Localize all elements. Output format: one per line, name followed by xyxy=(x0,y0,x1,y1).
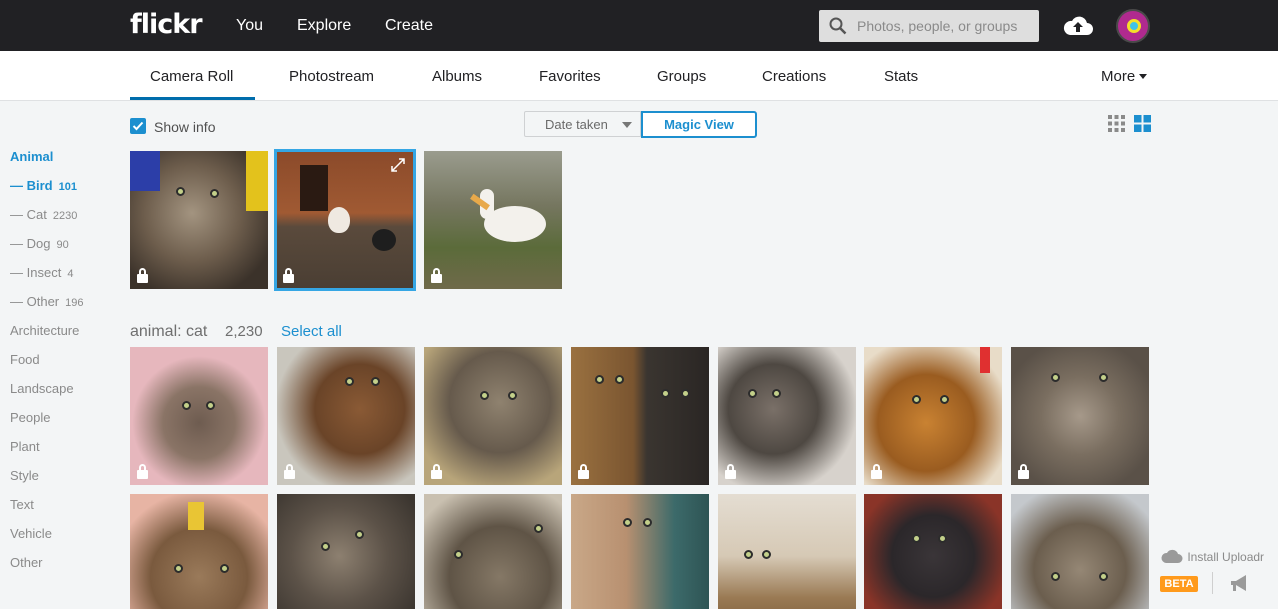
photo-thumbnail[interactable] xyxy=(277,347,415,485)
sidebar-item-count: 4 xyxy=(67,268,74,280)
sub-navigation: Camera Roll Photostream Albums Favorites… xyxy=(0,51,1278,101)
sidebar-item-count: 2230 xyxy=(52,210,78,222)
photo-thumbnail[interactable] xyxy=(277,494,415,609)
beta-badge: BETA xyxy=(1160,576,1198,592)
tab-groups[interactable]: Groups xyxy=(657,68,706,85)
sidebar-category-vehicle[interactable]: Vehicle xyxy=(10,526,52,541)
section-title: animal: cat xyxy=(130,323,208,340)
sidebar-category-style[interactable]: Style xyxy=(10,468,39,483)
sidebar-category-text[interactable]: Text xyxy=(10,497,34,512)
search-input[interactable]: Photos, people, or groups xyxy=(819,10,1039,42)
sidebar-item-cat[interactable]: — Cat 2230 xyxy=(10,207,77,222)
lock-icon xyxy=(283,268,294,283)
sidebar-item-dog[interactable]: — Dog 90 xyxy=(10,236,69,251)
show-info-label[interactable]: Show info xyxy=(154,119,215,135)
sidebar-item-bird[interactable]: — Bird 101 xyxy=(10,178,77,193)
photo-thumbnail[interactable] xyxy=(130,494,268,609)
install-uploadr-link[interactable]: Install Uploadr xyxy=(1160,548,1264,564)
search-icon xyxy=(829,17,847,35)
lock-icon xyxy=(725,464,736,479)
section-count: 2,230 xyxy=(225,323,263,340)
tab-photostream[interactable]: Photostream xyxy=(289,68,374,85)
divider xyxy=(1212,572,1213,594)
sidebar-item-count: 101 xyxy=(58,181,77,193)
show-info-checkbox[interactable] xyxy=(130,118,146,134)
photo-thumbnail[interactable] xyxy=(130,151,268,289)
magic-view-button[interactable]: Magic View xyxy=(641,111,757,138)
magic-view-label: Magic View xyxy=(664,117,734,132)
photo-thumbnail[interactable] xyxy=(424,494,562,609)
caret-down-icon xyxy=(622,122,632,128)
tab-albums[interactable]: Albums xyxy=(432,68,482,85)
sidebar-category-architecture[interactable]: Architecture xyxy=(10,323,79,338)
lock-icon xyxy=(871,464,882,479)
sidebar-item-label: Cat xyxy=(26,207,47,222)
date-taken-dropdown[interactable]: Date taken xyxy=(524,111,641,137)
sidebar-item-other-animal[interactable]: — Other 196 xyxy=(10,294,84,309)
expand-icon[interactable] xyxy=(390,157,406,173)
search-placeholder: Photos, people, or groups xyxy=(857,18,1018,34)
sidebar-item-insect[interactable]: — Insect 4 xyxy=(10,265,73,280)
date-taken-label: Date taken xyxy=(545,117,608,132)
caret-down-icon xyxy=(1139,74,1148,79)
sidebar-item-label: Other xyxy=(26,294,60,309)
nav-explore[interactable]: Explore xyxy=(297,17,351,35)
nav-you[interactable]: You xyxy=(236,17,263,35)
upload-cloud-icon[interactable] xyxy=(1062,13,1094,37)
photo-thumbnail[interactable] xyxy=(424,347,562,485)
lock-icon xyxy=(137,464,148,479)
cloud-upload-icon xyxy=(1161,549,1183,563)
install-uploadr-label: Install Uploadr xyxy=(1187,550,1265,564)
sidebar-item-count: 196 xyxy=(65,297,84,309)
avatar[interactable] xyxy=(1116,9,1150,43)
lock-icon xyxy=(431,268,442,283)
photo-thumbnail[interactable] xyxy=(864,494,1002,609)
nav-create[interactable]: Create xyxy=(385,17,433,35)
sidebar-item-label: Dog xyxy=(26,236,51,251)
lock-icon xyxy=(578,464,589,479)
more-menu[interactable]: More xyxy=(1101,68,1148,85)
photo-thumbnail[interactable] xyxy=(718,494,856,609)
sidebar-category-animal[interactable]: Animal xyxy=(10,149,53,164)
tab-favorites[interactable]: Favorites xyxy=(539,68,601,85)
sidebar-category-people[interactable]: People xyxy=(10,410,50,425)
photo-thumbnail[interactable] xyxy=(718,347,856,485)
active-tab-indicator xyxy=(130,97,255,100)
photo-thumbnail[interactable] xyxy=(1011,347,1149,485)
lock-icon xyxy=(284,464,295,479)
large-grid-view-icon[interactable] xyxy=(1134,115,1151,132)
select-all-link[interactable]: Select all xyxy=(281,323,342,340)
top-bar: flickr You Explore Create Photos, people… xyxy=(0,0,1278,51)
photo-thumbnail[interactable] xyxy=(571,347,709,485)
tab-creations[interactable]: Creations xyxy=(762,68,826,85)
lock-icon xyxy=(1018,464,1029,479)
megaphone-icon[interactable] xyxy=(1228,573,1252,593)
flickr-logo[interactable]: flickr xyxy=(130,9,203,40)
lock-icon xyxy=(431,464,442,479)
sidebar-item-count: 90 xyxy=(56,239,69,251)
photo-thumbnail[interactable] xyxy=(1011,494,1149,609)
sidebar-item-label: Insect xyxy=(26,265,62,280)
sidebar-category-food[interactable]: Food xyxy=(10,352,40,367)
tab-stats[interactable]: Stats xyxy=(884,68,918,85)
sidebar-category-landscape[interactable]: Landscape xyxy=(10,381,74,396)
photo-thumbnail[interactable] xyxy=(864,347,1002,485)
tab-camera-roll[interactable]: Camera Roll xyxy=(150,68,233,85)
sidebar-item-label: Bird xyxy=(26,178,53,193)
photo-thumbnail[interactable] xyxy=(130,347,268,485)
sidebar-category-plant[interactable]: Plant xyxy=(10,439,40,454)
more-label: More xyxy=(1101,68,1136,85)
small-grid-view-icon[interactable] xyxy=(1108,115,1125,132)
photo-thumbnail-selected[interactable] xyxy=(274,149,416,291)
photo-thumbnail[interactable] xyxy=(424,151,562,289)
checkmark-icon xyxy=(132,121,144,131)
lock-icon xyxy=(137,268,148,283)
photo-thumbnail[interactable] xyxy=(571,494,709,609)
sidebar-category-other[interactable]: Other xyxy=(10,555,43,570)
